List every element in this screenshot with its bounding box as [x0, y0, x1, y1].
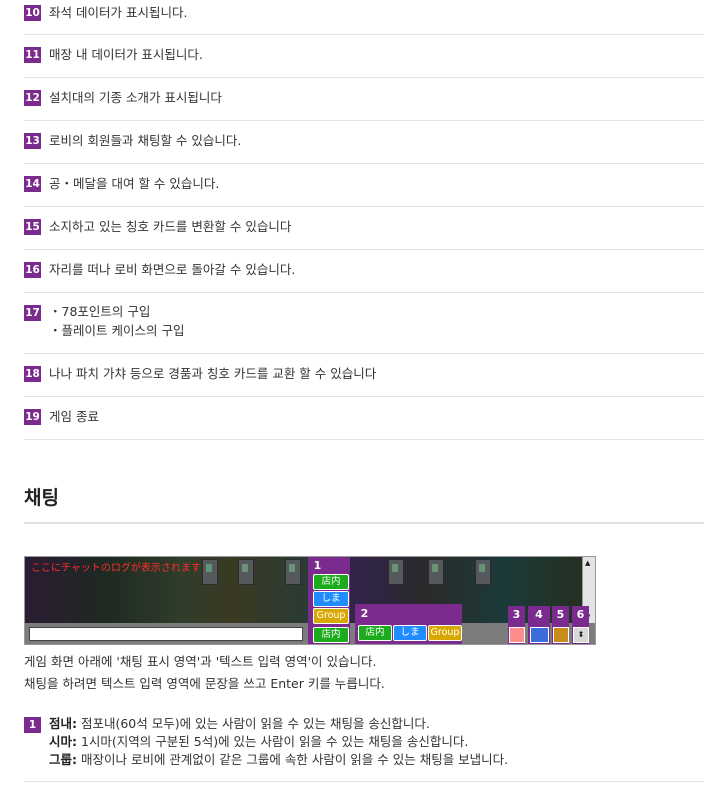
- island-filter-button[interactable]: しま: [393, 625, 427, 641]
- item-number-badge: 10: [24, 5, 41, 21]
- detail-label: 점내:: [49, 716, 77, 731]
- group-filter-button[interactable]: Group: [428, 625, 462, 641]
- callout-number: 5: [556, 608, 565, 621]
- list-item: 17 ・78포인트의 구입 ・플레이트 케이스의 구입: [24, 292, 704, 354]
- detail-line-island: 시마: 1시마(지역의 구분된 5석)에 있는 사람이 읽을 수 있는 채팅을 …: [49, 732, 468, 751]
- store-channel-button[interactable]: 店内: [313, 574, 349, 590]
- callout-badge: 2: [356, 605, 373, 622]
- island-channel-button[interactable]: しま: [313, 591, 349, 607]
- store-filter-button[interactable]: 店内: [358, 625, 392, 641]
- list-item-text: 좌석 데이터가 표시됩니다.: [49, 5, 188, 20]
- list-item-text: 매장 내 데이터가 표시됩니다.: [49, 47, 203, 62]
- item-number-badge: 18: [24, 366, 41, 382]
- list-item: 16 자리를 떠나 로비 화면으로 돌아갈 수 있습니다.: [24, 249, 704, 293]
- slot-machine-icon: [238, 559, 254, 585]
- color-picker-icon[interactable]: [509, 627, 525, 643]
- list-item-text: 게임 종료: [49, 409, 99, 424]
- list-item-text: 로비의 회원들과 채팅할 수 있습니다.: [49, 133, 242, 148]
- emote-icon[interactable]: [553, 627, 569, 643]
- slot-machine-icon: [285, 559, 301, 585]
- detail-label: 그룹:: [49, 752, 77, 767]
- slot-machine-icon: [475, 559, 491, 585]
- game-chat-screenshot: ここにチャットのログが表示されます ▲ ▼ 1 店内 しま Group 店内 2…: [24, 556, 596, 645]
- scroll-up-icon[interactable]: ▲: [585, 559, 590, 567]
- list-item: 13 로비의 회원들과 채팅할 수 있습니다.: [24, 120, 704, 164]
- list-item-text: 공・메달을 대여 할 수 있습니다.: [49, 176, 220, 191]
- detail-line-group: 그룹: 매장이나 로비에 관계없이 같은 그룹에 속한 사람이 읽을 수 있는 …: [49, 750, 508, 769]
- chat-log-placeholder: ここにチャットのログが表示されます: [31, 563, 201, 574]
- list-item: 19 게임 종료: [24, 396, 704, 440]
- callout-number: 3: [512, 608, 521, 621]
- item-number-badge: 17: [24, 305, 41, 321]
- list-item: 12 설치대의 기종 소개가 표시됩니다: [24, 77, 704, 121]
- list-item: 14 공・메달을 대여 할 수 있습니다.: [24, 163, 704, 207]
- item-number-badge: 16: [24, 262, 41, 278]
- callout-badge: 1: [309, 557, 326, 574]
- list-item: 10 좌석 데이터가 표시됩니다.: [24, 0, 704, 35]
- detail-line-store: 점내: 점포내(60석 모두)에 있는 사람이 읽을 수 있는 채팅을 송신합니…: [49, 714, 430, 733]
- slot-machine-icon: [202, 559, 218, 585]
- group-channel-button[interactable]: Group: [313, 608, 349, 624]
- chat-description-line: 채팅을 하려면 텍스트 입력 영역에 문장을 쓰고 Enter 키를 누릅니다.: [24, 676, 385, 691]
- list-item-text-line1: ・78포인트의 구입: [49, 304, 151, 319]
- callout-number: 4: [535, 608, 543, 621]
- slot-machine-icon: [388, 559, 404, 585]
- list-item-text-line2: ・플레이트 케이스의 구입: [49, 323, 185, 338]
- speech-bubble-icon[interactable]: [530, 627, 549, 643]
- detail-text: 1시마(지역의 구분된 5석)에 있는 사람이 읽을 수 있는 채팅을 송신합니…: [77, 734, 469, 749]
- item-number-badge: 19: [24, 409, 41, 425]
- item-number-badge: 1: [24, 717, 41, 733]
- list-item-text: 설치대의 기종 소개가 표시됩니다: [49, 90, 222, 105]
- item-number-badge: 14: [24, 176, 41, 192]
- chat-description-line: 게임 화면 아래에 '채팅 표시 영역'과 '텍스트 입력 영역'이 있습니다.: [24, 654, 377, 669]
- chat-channel-detail: 1 점내: 점포내(60석 모두)에 있는 사람이 읽을 수 있는 채팅을 송신…: [24, 714, 704, 782]
- resize-arrows-icon[interactable]: ⬍: [573, 627, 589, 643]
- callout-number: 6: [576, 608, 585, 621]
- list-item: 18 나나 파치 가챠 등으로 경품과 칭호 카드를 교환 할 수 있습니다: [24, 353, 704, 397]
- item-number-badge: 15: [24, 219, 41, 235]
- send-store-button[interactable]: 店内: [313, 627, 349, 643]
- section-divider: [24, 522, 704, 524]
- detail-text: 점포내(60석 모두)에 있는 사람이 읽을 수 있는 채팅을 송신합니다.: [77, 716, 430, 731]
- chat-text-input[interactable]: [29, 627, 303, 641]
- item-number-badge: 13: [24, 133, 41, 149]
- list-item: 11 매장 내 데이터가 표시됩니다.: [24, 34, 704, 78]
- item-number-badge: 11: [24, 47, 41, 63]
- slot-machine-icon: [428, 559, 444, 585]
- detail-label: 시마:: [49, 734, 77, 749]
- section-heading: 채팅: [24, 487, 59, 509]
- list-item-text: 나나 파치 가챠 등으로 경품과 칭호 카드를 교환 할 수 있습니다: [49, 366, 377, 381]
- list-item: 15 소지하고 있는 칭호 카드를 변환할 수 있습니다: [24, 206, 704, 250]
- list-item-text: 자리를 떠나 로비 화면으로 돌아갈 수 있습니다.: [49, 262, 296, 277]
- list-item-text: 소지하고 있는 칭호 카드를 변환할 수 있습니다: [49, 219, 292, 234]
- detail-text: 매장이나 로비에 관계없이 같은 그룹에 속한 사람이 읽을 수 있는 채팅을 …: [77, 752, 509, 767]
- item-number-badge: 12: [24, 90, 41, 106]
